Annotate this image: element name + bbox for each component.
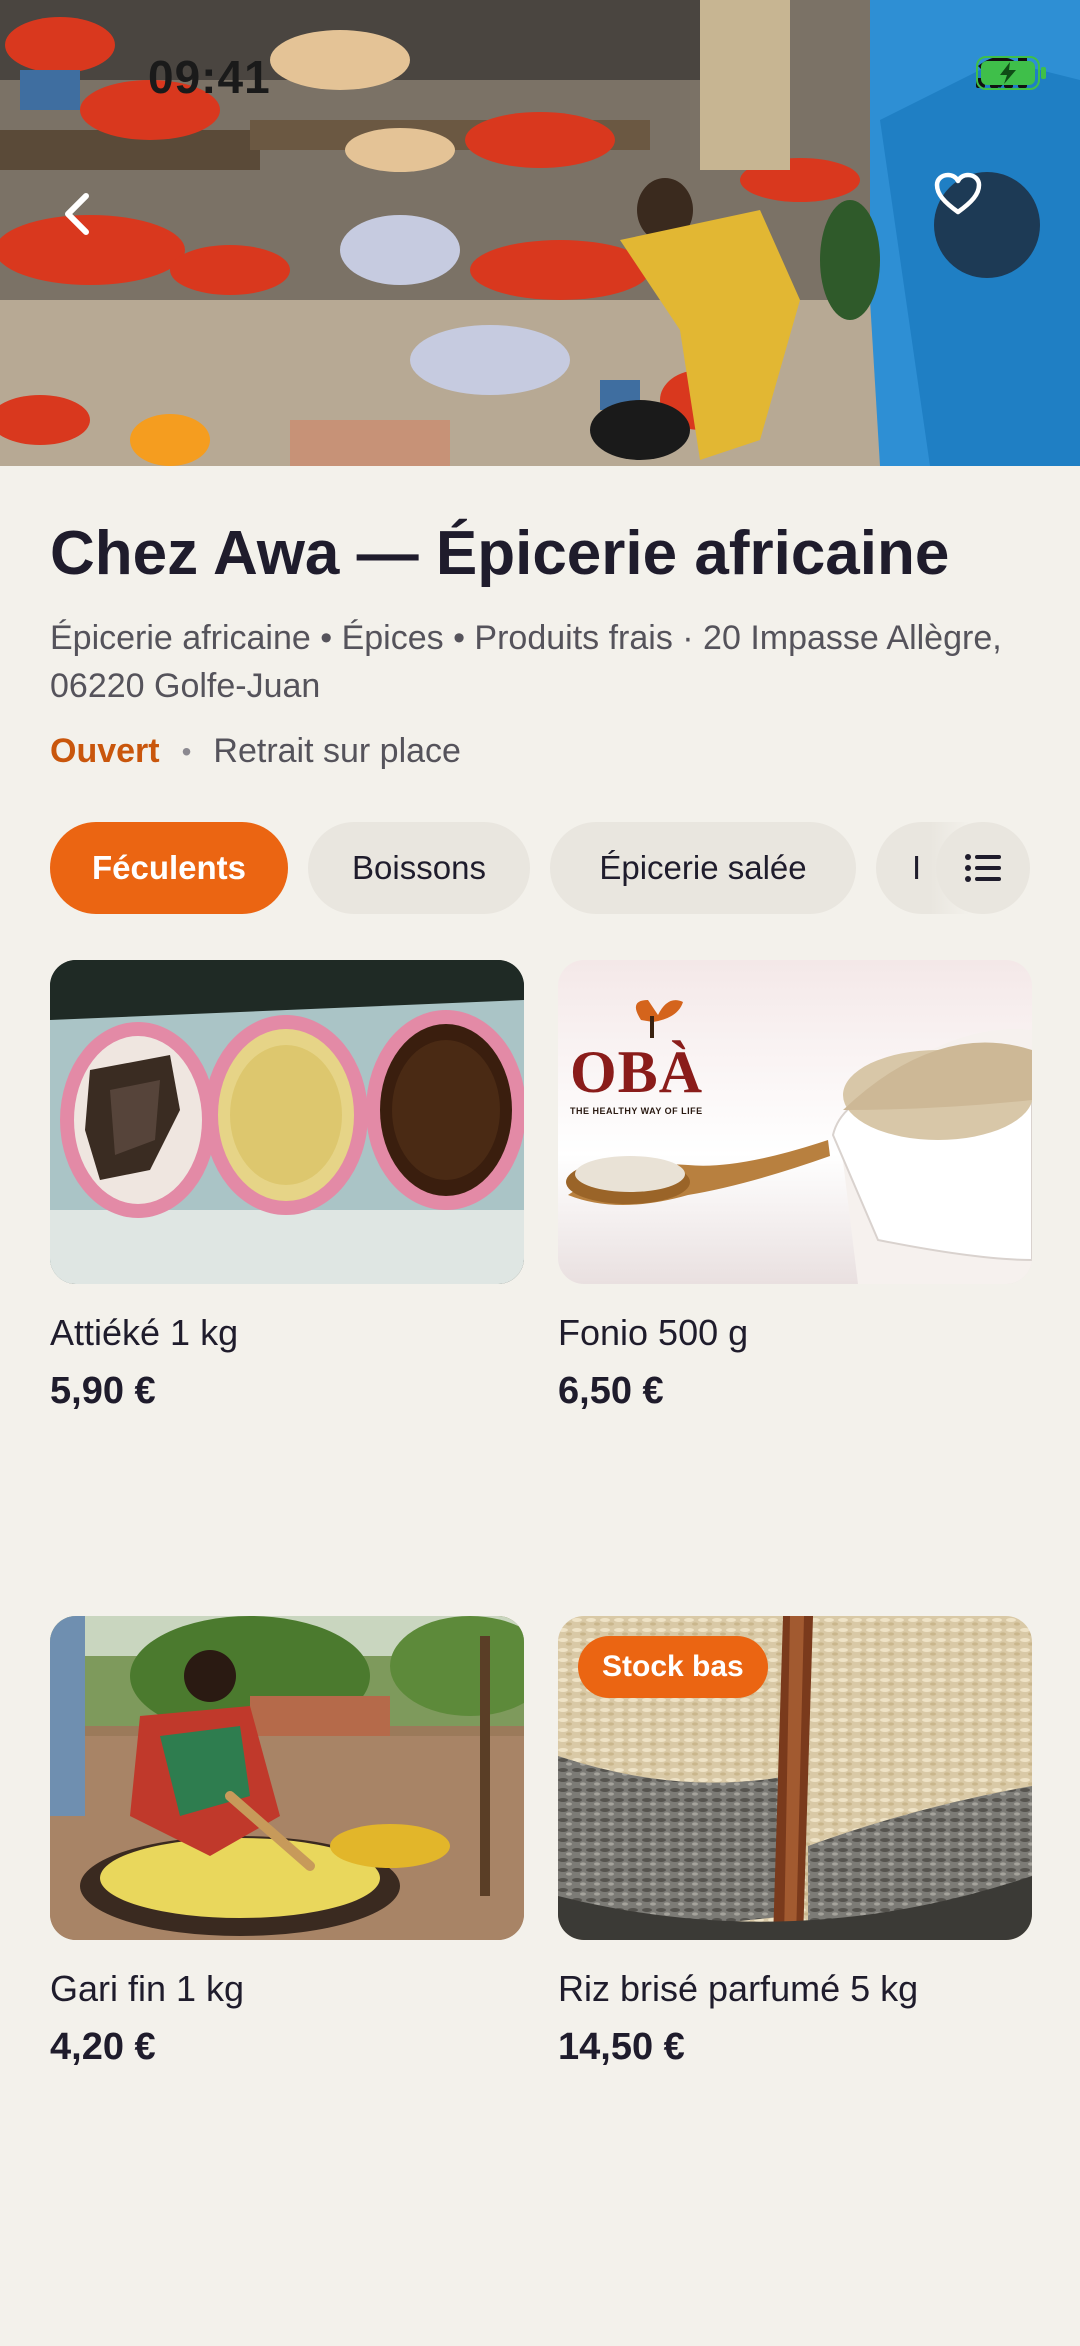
fonio-photo: [566, 1000, 1032, 1284]
store-status-row: Ouvert • Retrait sur place: [50, 732, 461, 771]
open-status: Ouvert: [50, 732, 160, 770]
separator-dot: •: [181, 735, 192, 767]
product-name: Attiéké 1 kg: [50, 1312, 239, 1353]
product-image-riz: Stock bas: [558, 1616, 1032, 1940]
product-price: 14,50 €: [558, 2026, 685, 2068]
product-card[interactable]: Gari fin 1 kg 4,20 €: [50, 1616, 524, 2069]
product-name: Fonio 500 g: [558, 1312, 749, 1353]
category-list-button[interactable]: [936, 822, 1030, 914]
back-button[interactable]: [58, 190, 130, 262]
list-icon: [965, 854, 1001, 882]
product-image-gari: [50, 1616, 524, 1940]
low-stock-badge: Stock bas: [578, 1636, 768, 1698]
chip-epicerie-salee[interactable]: Épicerie salée: [550, 822, 856, 914]
product-price: 6,50 €: [558, 1370, 664, 1412]
heart-icon: [934, 172, 982, 215]
status-time: 09:41: [148, 51, 271, 103]
product-price: 5,90 €: [50, 1370, 156, 1412]
product-price: 4,20 €: [50, 2026, 156, 2068]
product-card[interactable]: Stock bas Riz brisé parfumé 5 kg 14,50 €: [558, 1616, 1032, 2069]
chip-boissons[interactable]: Boissons: [308, 822, 530, 914]
product-image-attieke: [50, 960, 524, 1284]
product-image-fonio: OBÀ THE HEALTHY WAY OF LIFE: [558, 960, 1032, 1284]
product-card[interactable]: Attiéké 1 kg 5,90 €: [50, 960, 524, 1413]
category-chips: Féculents Boissons Épicerie salée I: [50, 822, 1030, 914]
fonio-brand-logo: OBÀ: [570, 1039, 704, 1105]
store-address: Épicerie africaine • Épices • Produits f…: [50, 619, 1002, 705]
fonio-brand-tagline: THE HEALTHY WAY OF LIFE: [570, 1106, 703, 1116]
product-name: Gari fin 1 kg: [50, 1968, 245, 2009]
chip-feculents[interactable]: Féculents: [50, 822, 288, 914]
battery-icon: [976, 56, 1046, 90]
gari-photo: [50, 1616, 524, 1940]
attieke-photo: [50, 960, 524, 1284]
chevron-left-icon: [65, 193, 89, 235]
hero-image: 09:41: [0, 0, 1080, 466]
pickup-option: Retrait sur place: [213, 732, 461, 770]
product-name: Riz brisé parfumé 5 kg: [558, 1968, 919, 2009]
favorite-button[interactable]: [934, 172, 1040, 278]
product-card[interactable]: OBÀ THE HEALTHY WAY OF LIFE Fonio 500 g …: [558, 960, 1032, 1413]
store-title: Chez Awa — Épicerie africaine: [50, 519, 950, 588]
